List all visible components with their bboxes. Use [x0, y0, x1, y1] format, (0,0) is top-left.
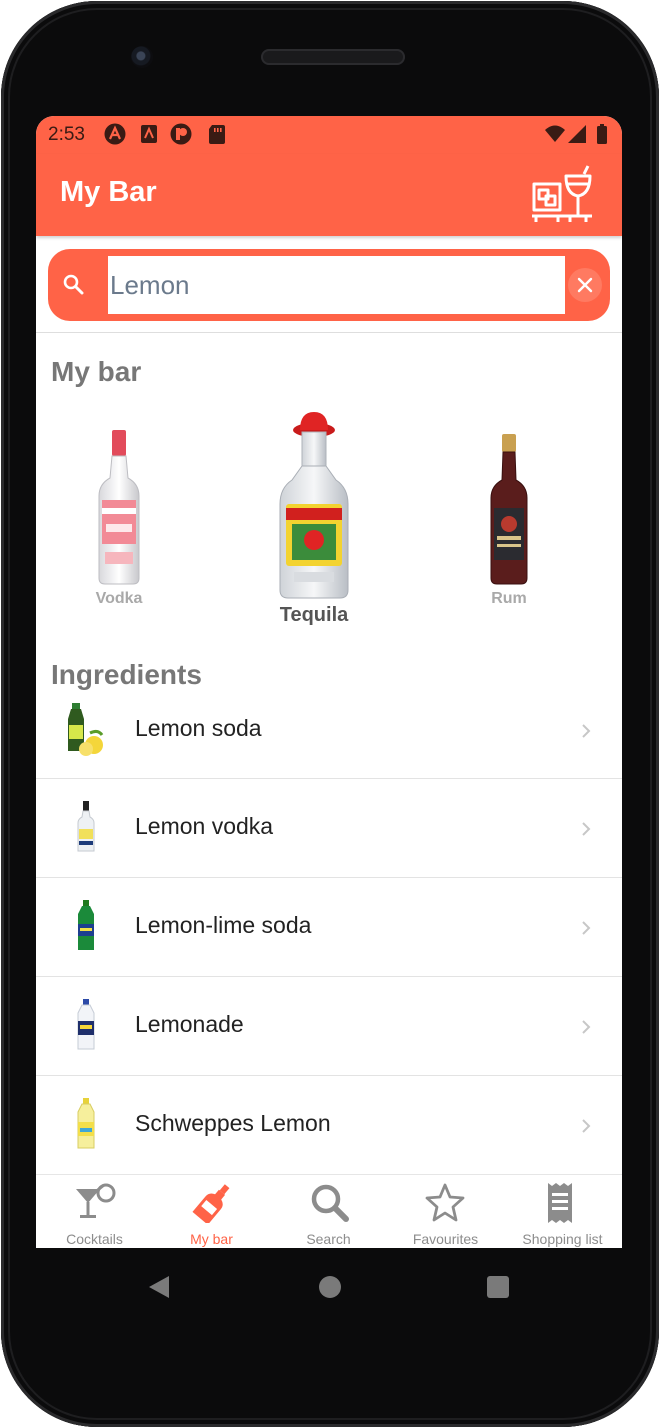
- status-bar: 2:53: [36, 116, 622, 154]
- system-nav-bar: [1, 1249, 660, 1325]
- tab-label: Shopping list: [522, 1231, 603, 1247]
- lemon-soda-thumbnail: [68, 703, 104, 756]
- app-p-icon: [170, 123, 192, 145]
- status-time: 2:53: [48, 124, 85, 145]
- close-icon: [577, 277, 593, 293]
- bar-glasses-icon[interactable]: [530, 164, 594, 224]
- ingredient-row-lemon-lime-soda[interactable]: Lemon-lime soda: [36, 878, 622, 977]
- chevron-right-icon: [582, 822, 591, 836]
- earpiece-speaker: [261, 49, 405, 65]
- lemon-vodka-thumbnail: [77, 801, 95, 852]
- chevron-right-icon: [582, 1020, 591, 1034]
- back-key-icon[interactable]: [148, 1275, 170, 1299]
- chevron-right-icon: [582, 1119, 591, 1133]
- tab-label: Search: [306, 1231, 351, 1247]
- home-key-icon[interactable]: [318, 1275, 342, 1299]
- star-icon: [425, 1183, 465, 1222]
- ingredient-label: Lemon-lime soda: [135, 912, 312, 938]
- ingredient-label: Schweppes Lemon: [135, 1110, 331, 1136]
- tab-label: Favourites: [412, 1231, 479, 1247]
- battery-icon: [597, 124, 607, 144]
- ingredient-row-lemon-vodka[interactable]: Lemon vodka: [36, 779, 622, 878]
- tab-favourites[interactable]: Favourites: [387, 1175, 504, 1248]
- bar-bottle-vodka[interactable]: Vodka: [89, 428, 149, 608]
- search-icon: [63, 274, 84, 295]
- tab-search[interactable]: Search: [270, 1175, 387, 1248]
- page-title: My Bar: [60, 176, 157, 208]
- ingredient-row-schweppes-lemon[interactable]: Schweppes Lemon: [36, 1076, 622, 1175]
- app-a-icon: [104, 123, 126, 145]
- ingredient-label: Lemon vodka: [135, 813, 274, 839]
- front-camera: [131, 46, 153, 68]
- tab-shopping-list[interactable]: Shopping list: [504, 1175, 621, 1248]
- cell-signal-icon: [568, 125, 586, 143]
- search-input[interactable]: [108, 256, 565, 314]
- ingredient-label: Lemonade: [135, 1011, 244, 1037]
- bar-bottle-tequila[interactable]: Tequila: [272, 408, 356, 627]
- recents-key-icon[interactable]: [486, 1275, 510, 1299]
- sd-card-icon: [209, 125, 225, 144]
- tab-label: My bar: [190, 1231, 233, 1247]
- cocktail-icon: [76, 1183, 116, 1218]
- tab-cocktails[interactable]: Cocktails: [36, 1175, 153, 1248]
- ingredient-list: Lemon soda Lemon vodka Lemon-lime soda L…: [36, 681, 622, 1175]
- search-icon: [311, 1184, 349, 1222]
- vodka-bottle-image: [98, 430, 140, 585]
- rum-bottle-image: [490, 434, 528, 585]
- schweppes-lemon-thumbnail: [77, 1098, 95, 1149]
- app-document-icon: [141, 125, 157, 143]
- wifi-icon: [545, 125, 565, 142]
- bar-bottle-rum[interactable]: Rum: [479, 432, 539, 608]
- bar-bottle-label: Tequila: [279, 604, 349, 626]
- app-screen: 2:53 My Bar Lemon My bar Vodka Tequila R…: [36, 116, 622, 1248]
- chevron-right-icon: [582, 724, 591, 738]
- bottom-navigation: Cocktails My bar Search Favourites Shopp…: [36, 1174, 622, 1248]
- ingredient-row-lemonade[interactable]: Lemonade: [36, 977, 622, 1076]
- app-bar: My Bar: [36, 154, 622, 236]
- lemon-lime-soda-thumbnail: [78, 900, 94, 950]
- ingredient-label: Lemon soda: [135, 715, 262, 741]
- ingredient-row-lemon-soda[interactable]: Lemon soda: [36, 681, 622, 779]
- tab-my-bar[interactable]: My bar: [153, 1175, 270, 1248]
- divider: [36, 332, 622, 333]
- search-bar: [48, 249, 610, 321]
- lemonade-thumbnail: [77, 999, 95, 1050]
- chevron-right-icon: [582, 921, 591, 935]
- bottle-icon: [192, 1184, 230, 1223]
- my-bar-heading: My bar: [51, 356, 142, 387]
- bar-bottle-label: Rum: [491, 590, 527, 607]
- clear-search-button[interactable]: [568, 268, 602, 302]
- bar-bottle-label: Vodka: [95, 590, 143, 607]
- tequila-bottle-image: [279, 412, 349, 599]
- receipt-icon: [548, 1183, 572, 1223]
- tab-label: Cocktails: [66, 1231, 123, 1247]
